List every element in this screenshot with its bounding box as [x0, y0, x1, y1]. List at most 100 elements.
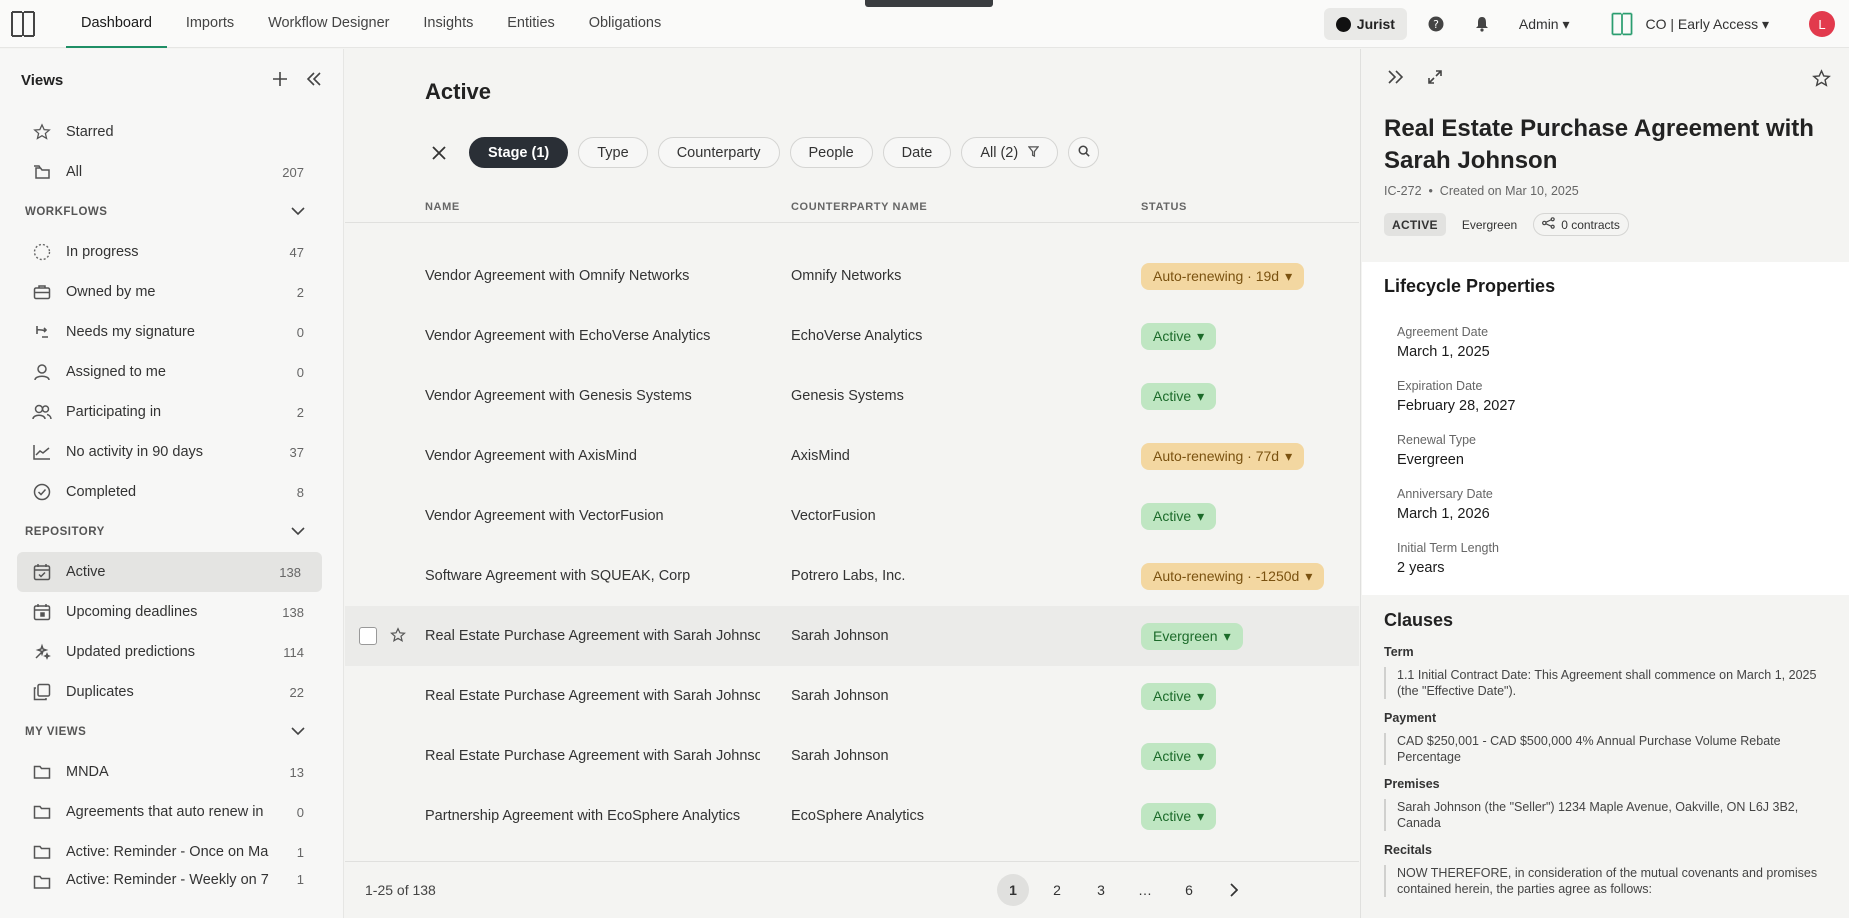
row-name[interactable]: Real Estate Purchase Agreement with Sara… [425, 628, 760, 644]
collapse-sidebar-icon[interactable] [306, 71, 322, 91]
sidebar-item-reminder-weekly[interactable]: Active: Reminder - Weekly on 7 1 [0, 872, 325, 892]
status-badge[interactable]: Auto-renewing · -1250d ▾ [1141, 562, 1325, 590]
filter-type[interactable]: Type [578, 137, 648, 168]
sidebar-item-starred[interactable]: Starred [0, 112, 325, 152]
column-header-status[interactable]: STATUS [1141, 201, 1187, 213]
filter-counterparty[interactable]: Counterparty [657, 137, 780, 168]
column-header-counterparty[interactable]: COUNTERPARTY NAME [791, 201, 927, 213]
chevron-down-icon[interactable] [291, 206, 305, 219]
table-row[interactable]: Vendor Agreement with EchoVerse Analytic… [345, 306, 1359, 366]
status-badge[interactable]: Active ▾ [1141, 382, 1217, 410]
status-badge[interactable]: Active ▾ [1141, 802, 1217, 830]
property-renewal-type[interactable]: Renewal Type Evergreen [1397, 433, 1476, 468]
status-badge[interactable]: Active ▾ [1141, 322, 1217, 350]
sidebar-item-needs-signature[interactable]: Needs my signature 0 [0, 312, 325, 352]
row-name[interactable]: Software Agreement with SQUEAK, Corp [425, 568, 760, 584]
clause-payment[interactable]: Payment CAD $250,001 - CAD $500,000 4% A… [1384, 711, 1834, 765]
status-badge[interactable]: Auto-renewing · 19d ▾ [1141, 262, 1305, 290]
drag-handle[interactable] [865, 0, 993, 7]
related-contracts-button[interactable]: 0 contracts [1533, 213, 1629, 236]
sidebar-item-owned-by-me[interactable]: Owned by me 2 [0, 272, 325, 312]
jurist-button[interactable]: Jurist [1323, 8, 1407, 40]
search-button[interactable] [1068, 137, 1100, 168]
repository-section-header[interactable]: REPOSITORY [0, 512, 343, 552]
column-header-name[interactable]: NAME [425, 201, 460, 213]
sidebar-item-upcoming-deadlines[interactable]: Upcoming deadlines 138 [0, 592, 325, 632]
sidebar-item-all[interactable]: All 207 [0, 152, 325, 192]
table-row[interactable]: Vendor Agreement with Omnify Networks Om… [345, 246, 1359, 306]
nav-dashboard[interactable]: Dashboard [66, 0, 167, 48]
star-icon[interactable] [390, 626, 406, 646]
status-badge[interactable]: Active ▾ [1141, 682, 1217, 710]
admin-menu[interactable]: Admin ▾ [1519, 16, 1570, 33]
table-row[interactable]: Vendor Agreement with VectorFusion Vecto… [345, 486, 1359, 546]
sidebar-item-participating-in[interactable]: Participating in 2 [0, 392, 325, 432]
page-button-6[interactable]: 6 [1173, 874, 1205, 906]
table-row[interactable]: Partnership Agreement with EcoSphere Ana… [345, 786, 1359, 846]
workflows-section-header[interactable]: WORKFLOWS [0, 192, 343, 232]
row-name[interactable]: Vendor Agreement with Omnify Networks [425, 268, 760, 284]
page-button-2[interactable]: 2 [1041, 874, 1073, 906]
table-row[interactable]: Vendor Agreement with Genesis Systems Ge… [345, 366, 1359, 426]
sidebar-item-no-activity[interactable]: No activity in 90 days 37 [0, 432, 325, 472]
nav-entities[interactable]: Entities [492, 0, 570, 46]
close-panel-icon[interactable] [1387, 69, 1405, 88]
sidebar-item-assigned-to-me[interactable]: Assigned to me 0 [0, 352, 325, 392]
clause-recitals[interactable]: Recitals NOW THEREFORE, in consideration… [1384, 843, 1834, 897]
status-badge[interactable]: Active ▾ [1141, 742, 1217, 770]
sidebar-item-active[interactable]: Active 138 [17, 552, 322, 592]
page-button-3[interactable]: 3 [1085, 874, 1117, 906]
status-badge[interactable]: Active ▾ [1141, 502, 1217, 530]
status-badge[interactable]: Auto-renewing · 77d ▾ [1141, 442, 1305, 470]
sidebar-item-reminder-once[interactable]: Active: Reminder - Once on Ma 1 [0, 832, 325, 872]
table-row[interactable]: Vendor Agreement with AxisMind AxisMind … [345, 426, 1359, 486]
my-views-section-header[interactable]: MY VIEWS [0, 712, 343, 752]
property-initial-term-length[interactable]: Initial Term Length 2 years [1397, 541, 1499, 576]
row-name[interactable]: Vendor Agreement with AxisMind [425, 448, 760, 464]
sidebar-item-auto-renew[interactable]: Agreements that auto renew in 0 [0, 792, 325, 832]
sidebar-item-completed[interactable]: Completed 8 [0, 472, 325, 512]
sidebar-item-updated-predictions[interactable]: Updated predictions 114 [0, 632, 325, 672]
row-name[interactable]: Vendor Agreement with EchoVerse Analytic… [425, 328, 760, 344]
chevron-down-icon[interactable] [291, 526, 305, 539]
table-row[interactable]: Software Agreement with SQUEAK, Corp Pot… [345, 546, 1359, 606]
bell-icon[interactable] [1473, 15, 1491, 33]
filter-stage[interactable]: Stage (1) [469, 137, 569, 168]
expand-icon[interactable] [1427, 69, 1443, 88]
page-button-1[interactable]: 1 [997, 874, 1029, 906]
clause-premises[interactable]: Premises Sarah Johnson (the "Seller") 12… [1384, 777, 1834, 831]
table-row-selected[interactable]: Real Estate Purchase Agreement with Sara… [345, 606, 1359, 666]
add-view-icon[interactable] [272, 71, 288, 91]
row-name[interactable]: Partnership Agreement with EcoSphere Ana… [425, 808, 760, 824]
user-avatar[interactable]: L [1809, 11, 1835, 37]
nav-obligations[interactable]: Obligations [574, 0, 677, 46]
chevron-down-icon[interactable] [291, 726, 305, 739]
nav-workflow-designer[interactable]: Workflow Designer [253, 0, 404, 46]
status-badge[interactable]: Evergreen ▾ [1141, 622, 1243, 650]
row-name[interactable]: Real Estate Purchase Agreement with Sara… [425, 688, 760, 704]
next-page-icon[interactable] [1217, 874, 1249, 906]
nav-insights[interactable]: Insights [408, 0, 488, 46]
property-anniversary-date[interactable]: Anniversary Date March 1, 2026 [1397, 487, 1493, 522]
filter-all[interactable]: All (2) [961, 137, 1059, 168]
sidebar-item-duplicates[interactable]: Duplicates 22 [0, 672, 325, 712]
filter-date[interactable]: Date [882, 137, 952, 168]
app-logo[interactable] [10, 9, 36, 39]
table-row[interactable]: Real Estate Purchase Agreement with Sara… [345, 726, 1359, 786]
property-agreement-date[interactable]: Agreement Date March 1, 2025 [1397, 325, 1490, 360]
table-row[interactable]: Real Estate Purchase Agreement with Sara… [345, 666, 1359, 726]
star-icon[interactable] [1812, 69, 1831, 91]
row-checkbox[interactable] [359, 627, 377, 645]
sidebar-item-in-progress[interactable]: In progress 47 [0, 232, 325, 272]
clear-filters-icon[interactable] [425, 139, 453, 167]
filter-people[interactable]: People [789, 137, 873, 168]
row-name[interactable]: Vendor Agreement with Genesis Systems [425, 388, 760, 404]
org-switcher[interactable]: CO | Early Access ▾ [1610, 11, 1769, 37]
sidebar-item-mnda[interactable]: MNDA 13 [0, 752, 325, 792]
property-expiration-date[interactable]: Expiration Date February 28, 2027 [1397, 379, 1516, 414]
row-name[interactable]: Real Estate Purchase Agreement with Sara… [425, 748, 760, 764]
help-icon[interactable]: ? [1427, 15, 1445, 33]
nav-imports[interactable]: Imports [171, 0, 249, 46]
clause-term[interactable]: Term 1.1 Initial Contract Date: This Agr… [1384, 645, 1834, 699]
row-name[interactable]: Vendor Agreement with VectorFusion [425, 508, 760, 524]
